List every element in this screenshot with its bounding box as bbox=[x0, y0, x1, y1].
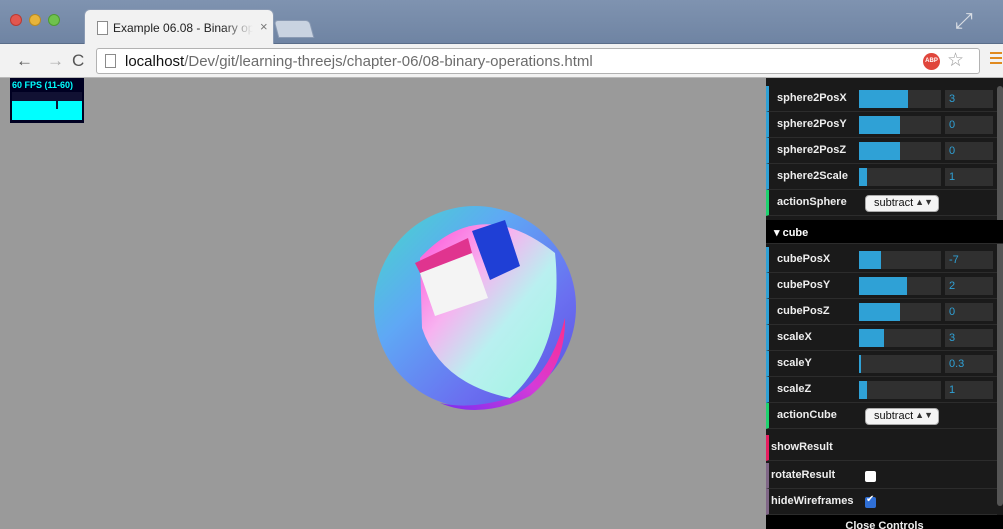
slider[interactable] bbox=[859, 168, 941, 186]
zoom-window-button[interactable] bbox=[48, 14, 60, 26]
page-icon bbox=[97, 21, 108, 35]
control-actioncube[interactable]: actionCube subtract ▲▼ bbox=[766, 403, 997, 429]
control-scalez[interactable]: scaleZ 1 bbox=[766, 377, 997, 403]
url-path: /Dev/git/learning-threejs/chapter-06/08-… bbox=[184, 53, 593, 70]
forward-button[interactable]: → bbox=[47, 51, 64, 71]
control-label: rotateResult bbox=[771, 469, 836, 481]
number-input[interactable]: 0 bbox=[945, 116, 993, 134]
browser-menu-icon[interactable] bbox=[990, 52, 1002, 67]
csg-sphere-render bbox=[374, 206, 576, 411]
fps-text: 60 FPS (11-60) bbox=[12, 80, 74, 90]
tab-title: Example 06.08 - Binary operations bbox=[113, 21, 253, 35]
control-actionsphere[interactable]: actionSphere subtract ▲▼ bbox=[766, 190, 997, 216]
control-label: sphere2PosZ bbox=[777, 144, 847, 156]
control-scaley[interactable]: scaleY 0.3 bbox=[766, 351, 997, 377]
control-cubeposx[interactable]: cubePosX -7 bbox=[766, 247, 997, 273]
number-input[interactable]: 3 bbox=[945, 90, 993, 108]
slider[interactable] bbox=[859, 381, 941, 399]
control-label: sphere2PosY bbox=[777, 118, 847, 130]
number-input[interactable]: 0.3 bbox=[945, 355, 993, 373]
slider[interactable] bbox=[859, 142, 941, 160]
bookmark-star-icon[interactable]: ☆ bbox=[947, 49, 964, 72]
slider[interactable] bbox=[859, 116, 941, 134]
slider[interactable] bbox=[859, 251, 941, 269]
control-label: cubePosZ bbox=[777, 305, 830, 317]
control-label: sphere2Scale bbox=[777, 170, 848, 182]
browser-titlebar: Example 06.08 - Binary operations × ⤢ bbox=[0, 0, 1003, 45]
minimize-window-button[interactable] bbox=[29, 14, 41, 26]
slider[interactable] bbox=[859, 303, 941, 321]
number-input[interactable]: 1 bbox=[945, 168, 993, 186]
control-label: cubePosX bbox=[777, 253, 831, 265]
control-label: actionCube bbox=[777, 409, 837, 421]
control-sphere2posz[interactable]: sphere2PosZ 0 bbox=[766, 138, 997, 164]
action-sphere-select[interactable]: subtract ▲▼ bbox=[865, 195, 939, 212]
slider[interactable] bbox=[859, 329, 941, 347]
control-label: actionSphere bbox=[777, 196, 847, 208]
control-sphere2scale[interactable]: sphere2Scale 1 bbox=[766, 164, 997, 190]
url-text[interactable]: localhost/Dev/git/learning-threejs/chapt… bbox=[125, 53, 593, 70]
control-label: scaleX bbox=[777, 331, 812, 343]
url-host: localhost bbox=[125, 53, 185, 70]
browser-tab[interactable]: Example 06.08 - Binary operations × bbox=[84, 9, 274, 45]
back-button[interactable]: ← bbox=[16, 51, 33, 71]
show-result-button[interactable]: showResult bbox=[766, 435, 997, 461]
fps-graph bbox=[12, 92, 82, 120]
slider[interactable] bbox=[859, 355, 941, 373]
reload-button[interactable]: C bbox=[72, 51, 84, 71]
incognito-icon: ⤢ bbox=[955, 8, 973, 33]
hide-wireframes-checkbox[interactable] bbox=[865, 494, 876, 508]
control-sphere2posx[interactable]: sphere2PosX 3 bbox=[766, 86, 997, 112]
control-label: hideWireframes bbox=[771, 495, 854, 507]
select-value: subtract bbox=[874, 410, 914, 422]
number-input[interactable]: 0 bbox=[945, 303, 993, 321]
gui-scrollbar[interactable] bbox=[997, 86, 1003, 506]
control-label: scaleY bbox=[777, 357, 812, 369]
fps-stats[interactable]: 60 FPS (11-60) bbox=[10, 78, 84, 123]
tab-close-button[interactable]: × bbox=[260, 19, 268, 34]
control-label: scaleZ bbox=[777, 383, 812, 395]
slider[interactable] bbox=[859, 90, 941, 108]
new-tab-button[interactable] bbox=[273, 20, 315, 38]
browser-toolbar: ← → C localhost/Dev/git/learning-threejs… bbox=[0, 44, 1003, 78]
close-controls-button[interactable]: Close Controls bbox=[766, 515, 1003, 529]
number-input[interactable]: 3 bbox=[945, 329, 993, 347]
control-label: cubePosY bbox=[777, 279, 831, 291]
select-arrow-icon: ▲▼ bbox=[915, 410, 933, 420]
control-label: sphere2PosX bbox=[777, 92, 847, 104]
folder-title: ▾ cube bbox=[774, 227, 809, 239]
control-sphere2posy[interactable]: sphere2PosY 0 bbox=[766, 112, 997, 138]
page-icon bbox=[105, 54, 116, 68]
address-bar[interactable]: localhost/Dev/git/learning-threejs/chapt… bbox=[96, 48, 980, 74]
control-label: showResult bbox=[771, 441, 833, 453]
select-value: subtract bbox=[874, 197, 914, 209]
select-arrow-icon: ▲▼ bbox=[915, 197, 933, 207]
dat-gui-panel[interactable]: sphere2PosX 3 sphere2PosY 0 sphere2PosZ … bbox=[766, 78, 1003, 529]
adblock-icon[interactable]: ABP bbox=[923, 53, 940, 70]
number-input[interactable]: 0 bbox=[945, 142, 993, 160]
slider[interactable] bbox=[859, 277, 941, 295]
number-input[interactable]: -7 bbox=[945, 251, 993, 269]
number-input[interactable]: 1 bbox=[945, 381, 993, 399]
control-hidewireframes[interactable]: hideWireframes bbox=[766, 489, 997, 515]
action-cube-select[interactable]: subtract ▲▼ bbox=[865, 408, 939, 425]
rotate-result-checkbox[interactable] bbox=[865, 471, 876, 482]
close-window-button[interactable] bbox=[10, 14, 22, 26]
folder-cube[interactable]: ▾ cube bbox=[766, 220, 1003, 244]
control-rotateresult[interactable]: rotateResult bbox=[766, 463, 997, 489]
control-cubeposz[interactable]: cubePosZ 0 bbox=[766, 299, 997, 325]
control-scalex[interactable]: scaleX 3 bbox=[766, 325, 997, 351]
control-cubeposy[interactable]: cubePosY 2 bbox=[766, 273, 997, 299]
number-input[interactable]: 2 bbox=[945, 277, 993, 295]
